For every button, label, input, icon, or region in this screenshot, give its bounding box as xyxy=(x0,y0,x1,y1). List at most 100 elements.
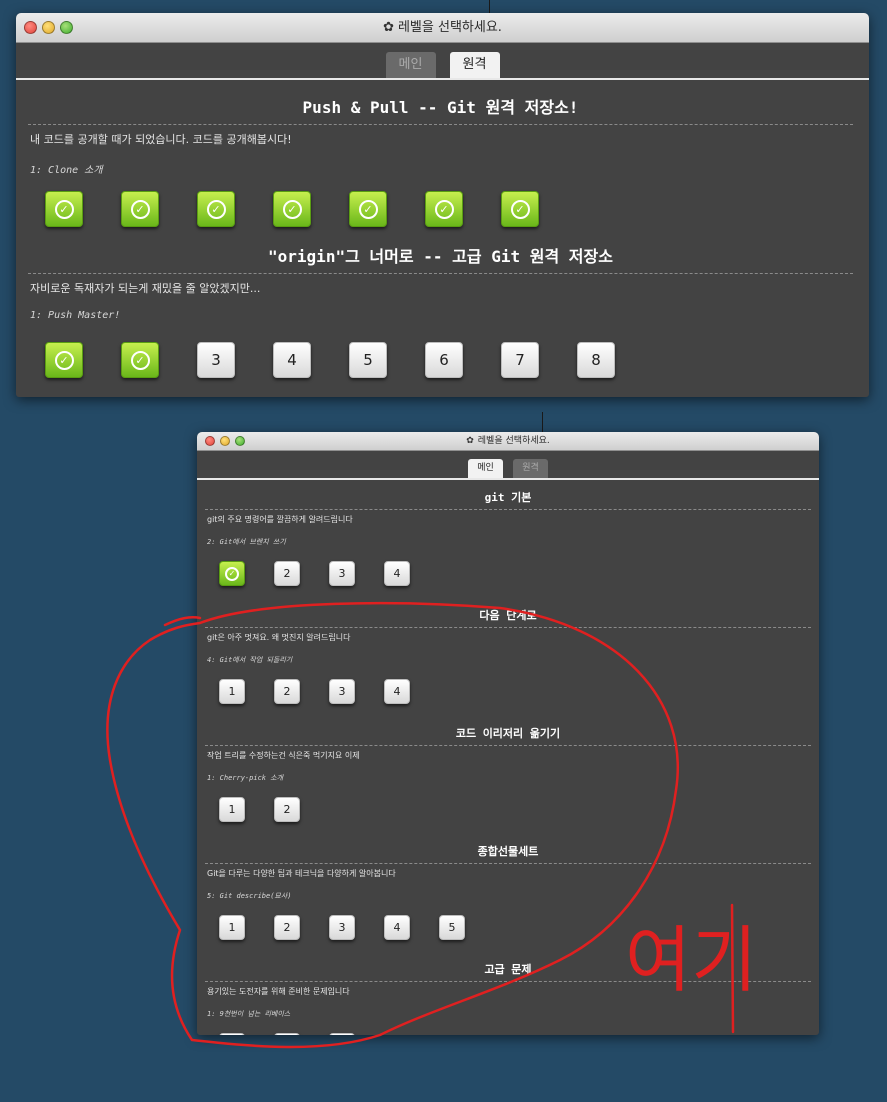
level-button-completed[interactable]: ✓ xyxy=(197,191,235,227)
level-number: 4 xyxy=(393,685,401,698)
zoom-button[interactable] xyxy=(60,21,73,34)
tab-main[interactable]: 메인 xyxy=(468,459,503,478)
checkmark-icon: ✓ xyxy=(206,199,226,219)
level-button[interactable]: 2 xyxy=(274,1033,300,1035)
level-button[interactable]: 4 xyxy=(273,342,311,378)
level-buttons: ✓ ✓ 3 4 5 6 7 8 xyxy=(28,332,853,390)
level-select-window-small: ✿ 레벨을 선택하세요. 메인 원격 git 기본 git의 주요 명령어를 깔끔… xyxy=(197,432,819,1035)
level-button[interactable]: 4 xyxy=(384,561,410,586)
level-button[interactable]: 2 xyxy=(274,915,300,940)
level-button[interactable]: 6 xyxy=(425,342,463,378)
gear-icon: ✿ xyxy=(383,20,394,35)
level-number: 3 xyxy=(211,351,221,369)
section-description: Git을 다루는 다양한 팁과 테크닉을 다양하게 알아봅니다 xyxy=(207,869,396,878)
level-button[interactable]: 5 xyxy=(439,915,465,940)
level-button[interactable]: 4 xyxy=(384,679,410,704)
level-button[interactable]: 1 xyxy=(219,679,245,704)
window-title: 레벨을 선택하세요. xyxy=(397,20,502,35)
level-button[interactable]: 1 xyxy=(219,915,245,940)
tab-bar: 메인 원격 xyxy=(197,451,819,480)
section-title: "origin"그 너머로 -- 고급 Git 원격 저장소 xyxy=(28,239,853,274)
level-button-completed[interactable]: ✓ xyxy=(425,191,463,227)
section-title: 고급 문제 xyxy=(205,952,811,982)
section-title: 코드 이리저리 옮기기 xyxy=(205,716,811,746)
close-button[interactable] xyxy=(205,436,215,446)
tab-remote[interactable]: 원격 xyxy=(513,459,548,478)
checkmark-icon: ✓ xyxy=(130,350,150,370)
window-controls xyxy=(24,13,73,42)
section-title: 종합선물세트 xyxy=(205,834,811,864)
level-button[interactable]: 2 xyxy=(274,797,300,822)
level-button[interactable]: 5 xyxy=(349,342,387,378)
checkmark-icon: ✓ xyxy=(54,350,74,370)
level-button-completed[interactable]: ✓ xyxy=(219,561,245,586)
tab-bar: 메인 원격 xyxy=(16,43,869,80)
section-title: Push & Pull -- Git 원격 저장소! xyxy=(28,80,853,125)
gear-icon: ✿ xyxy=(466,436,474,446)
level-select-window-large: ✿ 레벨을 선택하세요. 메인 원격 Push & Pull -- Git 원격… xyxy=(16,13,869,397)
section-description: 작업 트리를 수정하는건 식은죽 먹기지요 이제 xyxy=(207,751,360,760)
level-number: 4 xyxy=(393,567,401,580)
level-number: 4 xyxy=(393,921,401,934)
level-button[interactable]: 3 xyxy=(329,679,355,704)
level-number: 7 xyxy=(515,351,525,369)
checkmark-icon: ✓ xyxy=(130,199,150,219)
minimize-button[interactable] xyxy=(42,21,55,34)
title-bar: ✿ 레벨을 선택하세요. xyxy=(16,13,869,43)
level-button[interactable]: 7 xyxy=(501,342,539,378)
section-title: 다음 단계로 xyxy=(205,598,811,628)
level-buttons: ✓ ✓ ✓ ✓ ✓ ✓ ✓ xyxy=(28,183,853,239)
current-level-label: 4: Git에서 작업 되돌리기 xyxy=(207,656,293,664)
level-number: 2 xyxy=(283,803,291,816)
level-number: 2 xyxy=(283,921,291,934)
level-button[interactable]: 2 xyxy=(274,561,300,586)
level-sections: Push & Pull -- Git 원격 저장소! 내 코드를 공개할 때가 되… xyxy=(16,80,869,390)
level-number: 1 xyxy=(228,803,236,816)
level-buttons: 1 2 3 xyxy=(205,1026,811,1035)
level-button[interactable]: 3 xyxy=(329,561,355,586)
current-level-label: 1: Clone 소개 xyxy=(30,165,103,176)
level-button-completed[interactable]: ✓ xyxy=(121,191,159,227)
checkmark-icon: ✓ xyxy=(434,199,454,219)
minimize-button[interactable] xyxy=(220,436,230,446)
close-button[interactable] xyxy=(24,21,37,34)
level-button[interactable]: 8 xyxy=(577,342,615,378)
checkmark-icon: ✓ xyxy=(510,199,530,219)
level-number: 1 xyxy=(228,685,236,698)
level-number: 3 xyxy=(338,685,346,698)
level-number: 5 xyxy=(448,921,456,934)
level-button[interactable]: 3 xyxy=(329,915,355,940)
level-button[interactable]: 3 xyxy=(197,342,235,378)
checkmark-icon: ✓ xyxy=(225,566,239,581)
level-buttons: ✓ 2 3 4 xyxy=(205,554,811,598)
section-title: git 기본 xyxy=(205,480,811,510)
section-description: 내 코드를 공개할 때가 되었습니다. 코드를 공개해봅시다! xyxy=(30,133,292,146)
tab-main[interactable]: 메인 xyxy=(385,52,436,78)
level-button-completed[interactable]: ✓ xyxy=(501,191,539,227)
level-button-completed[interactable]: ✓ xyxy=(121,342,159,378)
level-button-completed[interactable]: ✓ xyxy=(273,191,311,227)
level-button-completed[interactable]: ✓ xyxy=(45,342,83,378)
level-button-completed[interactable]: ✓ xyxy=(349,191,387,227)
tab-remote[interactable]: 원격 xyxy=(449,52,500,78)
level-button[interactable]: 1 xyxy=(219,1033,245,1035)
level-button[interactable]: 4 xyxy=(384,915,410,940)
checkmark-icon: ✓ xyxy=(358,199,378,219)
level-number: 3 xyxy=(338,921,346,934)
level-button[interactable]: 1 xyxy=(219,797,245,822)
level-button[interactable]: 3 xyxy=(329,1033,355,1035)
level-sections: git 기본 git의 주요 명령어를 깔끔하게 알려드립니다 2: Git에서 브… xyxy=(197,480,819,1035)
window-controls xyxy=(205,432,245,450)
level-number: 6 xyxy=(439,351,449,369)
zoom-button[interactable] xyxy=(235,436,245,446)
level-number: 2 xyxy=(283,567,291,580)
current-level-label: 1: Push Master! xyxy=(30,310,121,321)
level-button[interactable]: 2 xyxy=(274,679,300,704)
current-level-label: 2: Git에서 브랜치 쓰기 xyxy=(207,538,286,546)
level-button-completed[interactable]: ✓ xyxy=(45,191,83,227)
level-number: 1 xyxy=(228,921,236,934)
current-level-label: 1: Cherry-pick 소개 xyxy=(207,774,284,782)
checkmark-icon: ✓ xyxy=(282,199,302,219)
level-buttons: 1 2 3 4 5 xyxy=(205,908,811,952)
window-title: 레벨을 선택하세요. xyxy=(477,436,550,446)
